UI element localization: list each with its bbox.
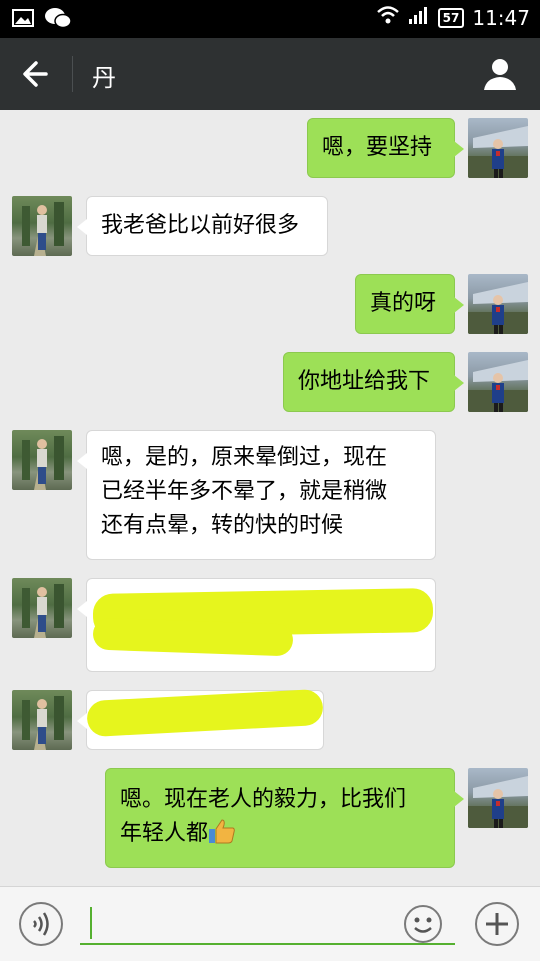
message-bubble-outgoing[interactable]: 你地址给我下 bbox=[283, 352, 464, 412]
message-text-line: 年轻人都 bbox=[120, 817, 440, 855]
wifi-icon bbox=[376, 5, 400, 30]
person-icon bbox=[484, 59, 516, 90]
message-bubble-incoming[interactable] bbox=[77, 578, 436, 672]
message-input[interactable] bbox=[80, 901, 455, 945]
contact-avatar[interactable] bbox=[12, 690, 72, 750]
text-cursor bbox=[90, 907, 92, 939]
battery-indicator: 57 bbox=[437, 7, 465, 28]
voice-icon bbox=[19, 902, 63, 946]
message-text-line: 嗯。现在老人的毅力，比我们 bbox=[120, 787, 407, 812]
smiley-icon bbox=[404, 905, 442, 943]
arrow-left-icon bbox=[23, 61, 48, 87]
my-avatar[interactable] bbox=[468, 768, 528, 828]
plus-icon bbox=[475, 902, 519, 946]
contact-avatar[interactable] bbox=[12, 430, 72, 490]
chat-title: 丹 bbox=[92, 64, 116, 92]
contact-avatar[interactable] bbox=[12, 578, 72, 638]
redaction-highlight bbox=[92, 617, 294, 657]
message-text: 我老爸比以前好很多 bbox=[101, 213, 300, 238]
message-bubble-incoming[interactable]: 我老爸比以前好很多 bbox=[77, 196, 328, 256]
my-avatar[interactable] bbox=[468, 274, 528, 334]
status-time: 11:47 bbox=[472, 5, 530, 30]
contact-avatar[interactable] bbox=[12, 196, 72, 256]
message-text: 年轻人都 bbox=[120, 821, 209, 846]
more-options-button[interactable] bbox=[474, 901, 520, 947]
my-avatar[interactable] bbox=[468, 118, 528, 178]
message-bubble-incoming[interactable]: 嗯，是的，原来晕倒过，现在 已经半年多不晕了，就是稍微 还有点晕，转的快的时候 bbox=[77, 430, 436, 560]
message-bubble-outgoing[interactable]: 嗯。现在老人的毅力，比我们 年轻人都 bbox=[105, 768, 464, 868]
message-text: 真的呀 bbox=[370, 291, 437, 316]
redaction-highlight bbox=[86, 688, 324, 738]
input-bar bbox=[0, 886, 540, 961]
gallery-icon bbox=[12, 8, 34, 32]
message-bubble-outgoing[interactable]: 嗯，要坚持 bbox=[307, 118, 464, 178]
message-bubble-incoming[interactable] bbox=[77, 688, 324, 750]
message-text-line: 已经半年多不晕了，就是稍微 bbox=[101, 479, 388, 504]
voice-input-button[interactable] bbox=[18, 901, 64, 947]
message-text-line: 嗯，是的，原来晕倒过，现在 bbox=[101, 445, 388, 470]
wechat-icon bbox=[44, 7, 72, 33]
header-divider bbox=[72, 56, 73, 92]
message-text: 你地址给我下 bbox=[298, 369, 431, 394]
emoji-button[interactable] bbox=[400, 901, 446, 947]
thumbs-up-emoji bbox=[208, 818, 236, 855]
chat-info-button[interactable] bbox=[480, 54, 520, 94]
status-bar: 57 11:47 bbox=[0, 0, 540, 38]
my-avatar[interactable] bbox=[468, 352, 528, 412]
message-text-line: 还有点晕，转的快的时候 bbox=[101, 513, 344, 538]
message-bubble-outgoing[interactable]: 真的呀 bbox=[355, 274, 464, 334]
back-button[interactable] bbox=[18, 56, 58, 92]
chat-header: 丹 bbox=[0, 38, 540, 110]
signal-icon bbox=[408, 5, 430, 30]
message-text: 嗯，要坚持 bbox=[322, 135, 433, 160]
